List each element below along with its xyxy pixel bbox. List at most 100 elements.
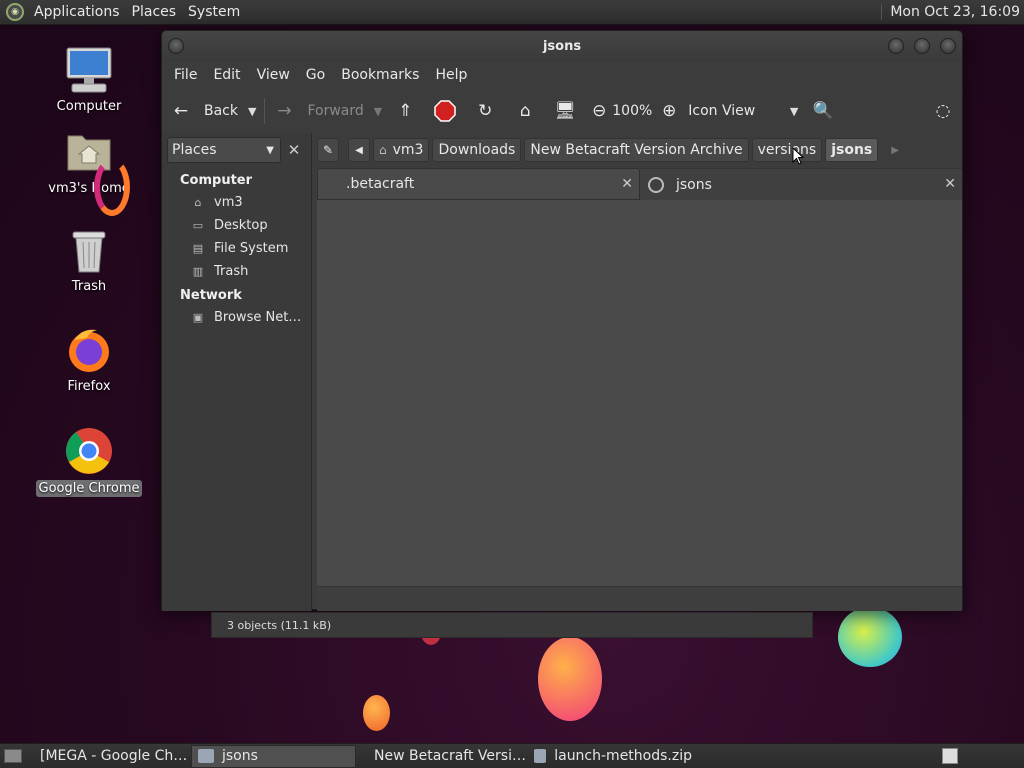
edit-location-button[interactable]: ✎ [317, 138, 339, 162]
taskbar-item-label: launch-methods.zip [554, 748, 692, 764]
sidebar-item-label: File System [214, 241, 289, 256]
stop-button[interactable] [434, 96, 456, 126]
menu-help[interactable]: Help [427, 67, 475, 83]
status-text: 3 objects (11.1 kB) [227, 618, 332, 632]
search-button[interactable]: 🔍 [812, 96, 834, 126]
decorative-balloon [363, 695, 390, 731]
toolbar-separator [264, 98, 266, 124]
folder-icon [198, 749, 214, 763]
home-folder-icon: ⌂ [194, 196, 202, 209]
throbber: ◌ [932, 96, 954, 126]
menu-file[interactable]: File [166, 67, 205, 83]
taskbar-item-betacraft[interactable]: New Betacraft Versi… [360, 745, 528, 768]
path-crumb-label: vm3 [392, 142, 424, 158]
minimize-button[interactable] [888, 38, 904, 54]
reload-button[interactable]: ↻ [474, 96, 496, 126]
decorative-balloon [538, 637, 602, 721]
taskbar-item-label: [MEGA - Google Ch… [40, 748, 188, 764]
file-view-area[interactable] [317, 200, 962, 586]
sidebar-selector[interactable]: Places ▼ [167, 137, 281, 163]
path-scroll-left-button[interactable]: ◀ [348, 138, 370, 162]
path-crumb-jsons[interactable]: jsons [825, 138, 879, 162]
stop-icon [434, 100, 456, 122]
workspace-switcher[interactable] [936, 745, 964, 768]
path-crumb-versions[interactable]: versions [751, 138, 823, 162]
computer-icon: 🖥 [554, 101, 577, 121]
back-history-dropdown-icon[interactable]: ▼ [248, 105, 256, 118]
taskbar-item-launch-methods[interactable]: launch-methods.zip [528, 745, 698, 768]
desktop-folder-icon: ▭ [192, 219, 204, 232]
close-icon[interactable]: ✕ [621, 176, 633, 192]
toolbar: ← Back ▼ → Forward ▼ ⇑ ↻ ⌂ 🖥 ⊖ 100% ⊕ Ic… [162, 89, 962, 133]
forward-history-dropdown-icon[interactable]: ▼ [374, 105, 382, 118]
home-button[interactable]: ⌂ [514, 96, 536, 126]
forward-label: Forward [307, 103, 364, 119]
desktop-icon-chrome[interactable]: Google Chrome [34, 426, 144, 497]
path-crumb-vm3[interactable]: ⌂ vm3 [373, 138, 430, 162]
taskbar-item-chrome[interactable]: [MEGA - Google Ch… [26, 745, 191, 768]
trash-icon: ▥ [192, 265, 204, 278]
path-scroll-right-button[interactable]: ▶ [891, 145, 899, 156]
desktop-icon-home[interactable]: vm3's Home [34, 128, 144, 216]
zoom-out-icon: ⊖ [592, 101, 607, 121]
zoom-in-button[interactable]: ⊕ [658, 96, 680, 126]
window-titlebar[interactable]: jsons [162, 31, 962, 61]
sidebar-heading-network: Network [180, 288, 242, 303]
chevron-left-icon: ◀ [355, 144, 363, 156]
close-button[interactable] [940, 38, 956, 54]
menu-view[interactable]: View [249, 67, 298, 83]
sidebar-item-label: vm3 [214, 195, 243, 210]
path-crumb-archive[interactable]: New Betacraft Version Archive [524, 138, 749, 162]
applications-menu[interactable]: Applications [28, 4, 126, 20]
sidebar-item-vm3[interactable]: ⌂ vm3 [190, 195, 243, 210]
system-logo-icon[interactable]: ◉ [6, 3, 24, 21]
maximize-button[interactable] [914, 38, 930, 54]
desktop-icon-label: Computer [56, 99, 122, 114]
back-button[interactable]: ← Back ▼ [170, 96, 257, 126]
sidebar: Places ▼ ✕ Computer ⌂ vm3 ▭ Desktop ▤ Fi… [162, 133, 312, 611]
firefox-icon [69, 329, 109, 372]
places-menu[interactable]: Places [126, 4, 183, 20]
sidebar-item-filesystem[interactable]: ▤ File System [190, 241, 289, 256]
home-icon: ⌂ [519, 101, 531, 121]
decorative-balloon [838, 607, 902, 667]
view-mode-dropdown-icon: ▼ [789, 104, 799, 118]
show-desktop-button[interactable] [0, 745, 26, 768]
sidebar-item-desktop[interactable]: ▭ Desktop [190, 218, 268, 233]
back-arrow-icon: ← [173, 101, 189, 121]
tab-betacraft[interactable]: .betacraft ✕ [317, 168, 640, 200]
workspace-icon [942, 748, 958, 764]
menu-bookmarks[interactable]: Bookmarks [333, 67, 427, 83]
mouse-cursor-icon [792, 147, 804, 165]
computer-icon [66, 47, 112, 93]
sidebar-close-button[interactable]: ✕ [283, 137, 305, 163]
sidebar-item-trash[interactable]: ▥ Trash [190, 264, 249, 279]
forward-arrow-icon: → [277, 101, 292, 121]
close-icon[interactable]: ✕ [944, 176, 956, 192]
path-crumb-downloads[interactable]: Downloads [432, 138, 522, 162]
drive-icon: ▤ [192, 242, 204, 255]
zoom-level[interactable]: 100% [612, 96, 652, 126]
panel-clock[interactable]: Mon Oct 23, 16:09 [881, 4, 1020, 20]
up-arrow-icon: ⇑ [398, 101, 413, 121]
system-menu[interactable]: System [182, 4, 246, 20]
view-mode-select[interactable]: Icon View ▼ [688, 96, 798, 126]
menu-go[interactable]: Go [298, 67, 333, 83]
menu-edit[interactable]: Edit [205, 67, 248, 83]
sidebar-item-browse-network[interactable]: ▣ Browse Net… [190, 310, 302, 325]
window-title: jsons [542, 39, 582, 54]
tab-jsons[interactable]: jsons ✕ [640, 168, 962, 200]
sidebar-item-label: Desktop [214, 218, 268, 233]
forward-button[interactable]: → Forward ▼ [273, 96, 382, 126]
back-label: Back [204, 103, 238, 119]
desktop-icon-trash[interactable]: Trash [34, 226, 144, 295]
zoom-out-button[interactable]: ⊖ [588, 96, 610, 126]
zoom-in-icon: ⊕ [662, 101, 677, 121]
menubar: File Edit View Go Bookmarks Help [162, 61, 962, 89]
up-button[interactable]: ⇑ [394, 96, 416, 126]
desktop-icon-computer[interactable]: Computer [34, 46, 144, 115]
path-bar: ✎ ◀ ⌂ vm3 Downloads New Betacraft Versio… [317, 135, 962, 165]
taskbar-item-jsons[interactable]: jsons [191, 744, 356, 768]
desktop-icon-firefox[interactable]: Firefox [34, 326, 144, 395]
computer-button[interactable]: 🖥 [554, 96, 576, 126]
